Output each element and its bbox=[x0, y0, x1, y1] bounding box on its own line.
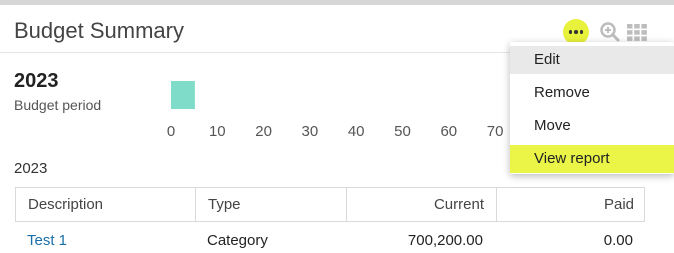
x-tick-label: 70 bbox=[487, 123, 504, 140]
section-year: 2023 bbox=[14, 160, 48, 177]
row-description-link[interactable]: Test 1 bbox=[27, 232, 67, 249]
x-tick-label: 30 bbox=[302, 123, 319, 140]
column-header-paid[interactable]: Paid bbox=[496, 188, 646, 222]
column-header-current[interactable]: Current bbox=[346, 188, 496, 222]
row-paid: 0.00 bbox=[603, 232, 633, 249]
widget-title: Budget Summary bbox=[14, 18, 184, 43]
chart-bar-2023[interactable] bbox=[171, 81, 195, 109]
column-header-description[interactable]: Description bbox=[28, 188, 103, 222]
x-tick-label: 50 bbox=[394, 123, 411, 140]
x-tick-label: 60 bbox=[440, 123, 457, 140]
x-tick-label: 0 bbox=[167, 123, 175, 140]
menu-item-view-report[interactable]: View report bbox=[510, 145, 674, 173]
menu-item-edit[interactable]: Edit bbox=[510, 46, 674, 74]
menu-item-move[interactable]: Move bbox=[510, 112, 674, 140]
menu-item-remove[interactable]: Remove bbox=[510, 79, 674, 107]
table-row: Test 1 Category 700,200.00 0.00 bbox=[15, 223, 645, 253]
budget-table: Description Type Current Paid Test 1 Cat… bbox=[15, 187, 645, 249]
zoom-in-icon[interactable] bbox=[600, 22, 620, 42]
table-header: Description Type Current Paid bbox=[15, 188, 645, 222]
more-horizontal-icon bbox=[568, 30, 573, 34]
x-tick-label: 20 bbox=[255, 123, 272, 140]
period-year: 2023 bbox=[14, 70, 59, 92]
x-tick-label: 40 bbox=[348, 123, 365, 140]
x-tick-label: 10 bbox=[209, 123, 226, 140]
options-menu: Edit Remove Move View report bbox=[510, 42, 674, 174]
row-type: Category bbox=[207, 232, 268, 249]
column-header-type[interactable]: Type bbox=[195, 188, 241, 222]
row-current: 700,200.00 bbox=[407, 232, 483, 249]
grid-view-icon[interactable] bbox=[627, 24, 647, 41]
period-label: Budget period bbox=[14, 97, 102, 113]
